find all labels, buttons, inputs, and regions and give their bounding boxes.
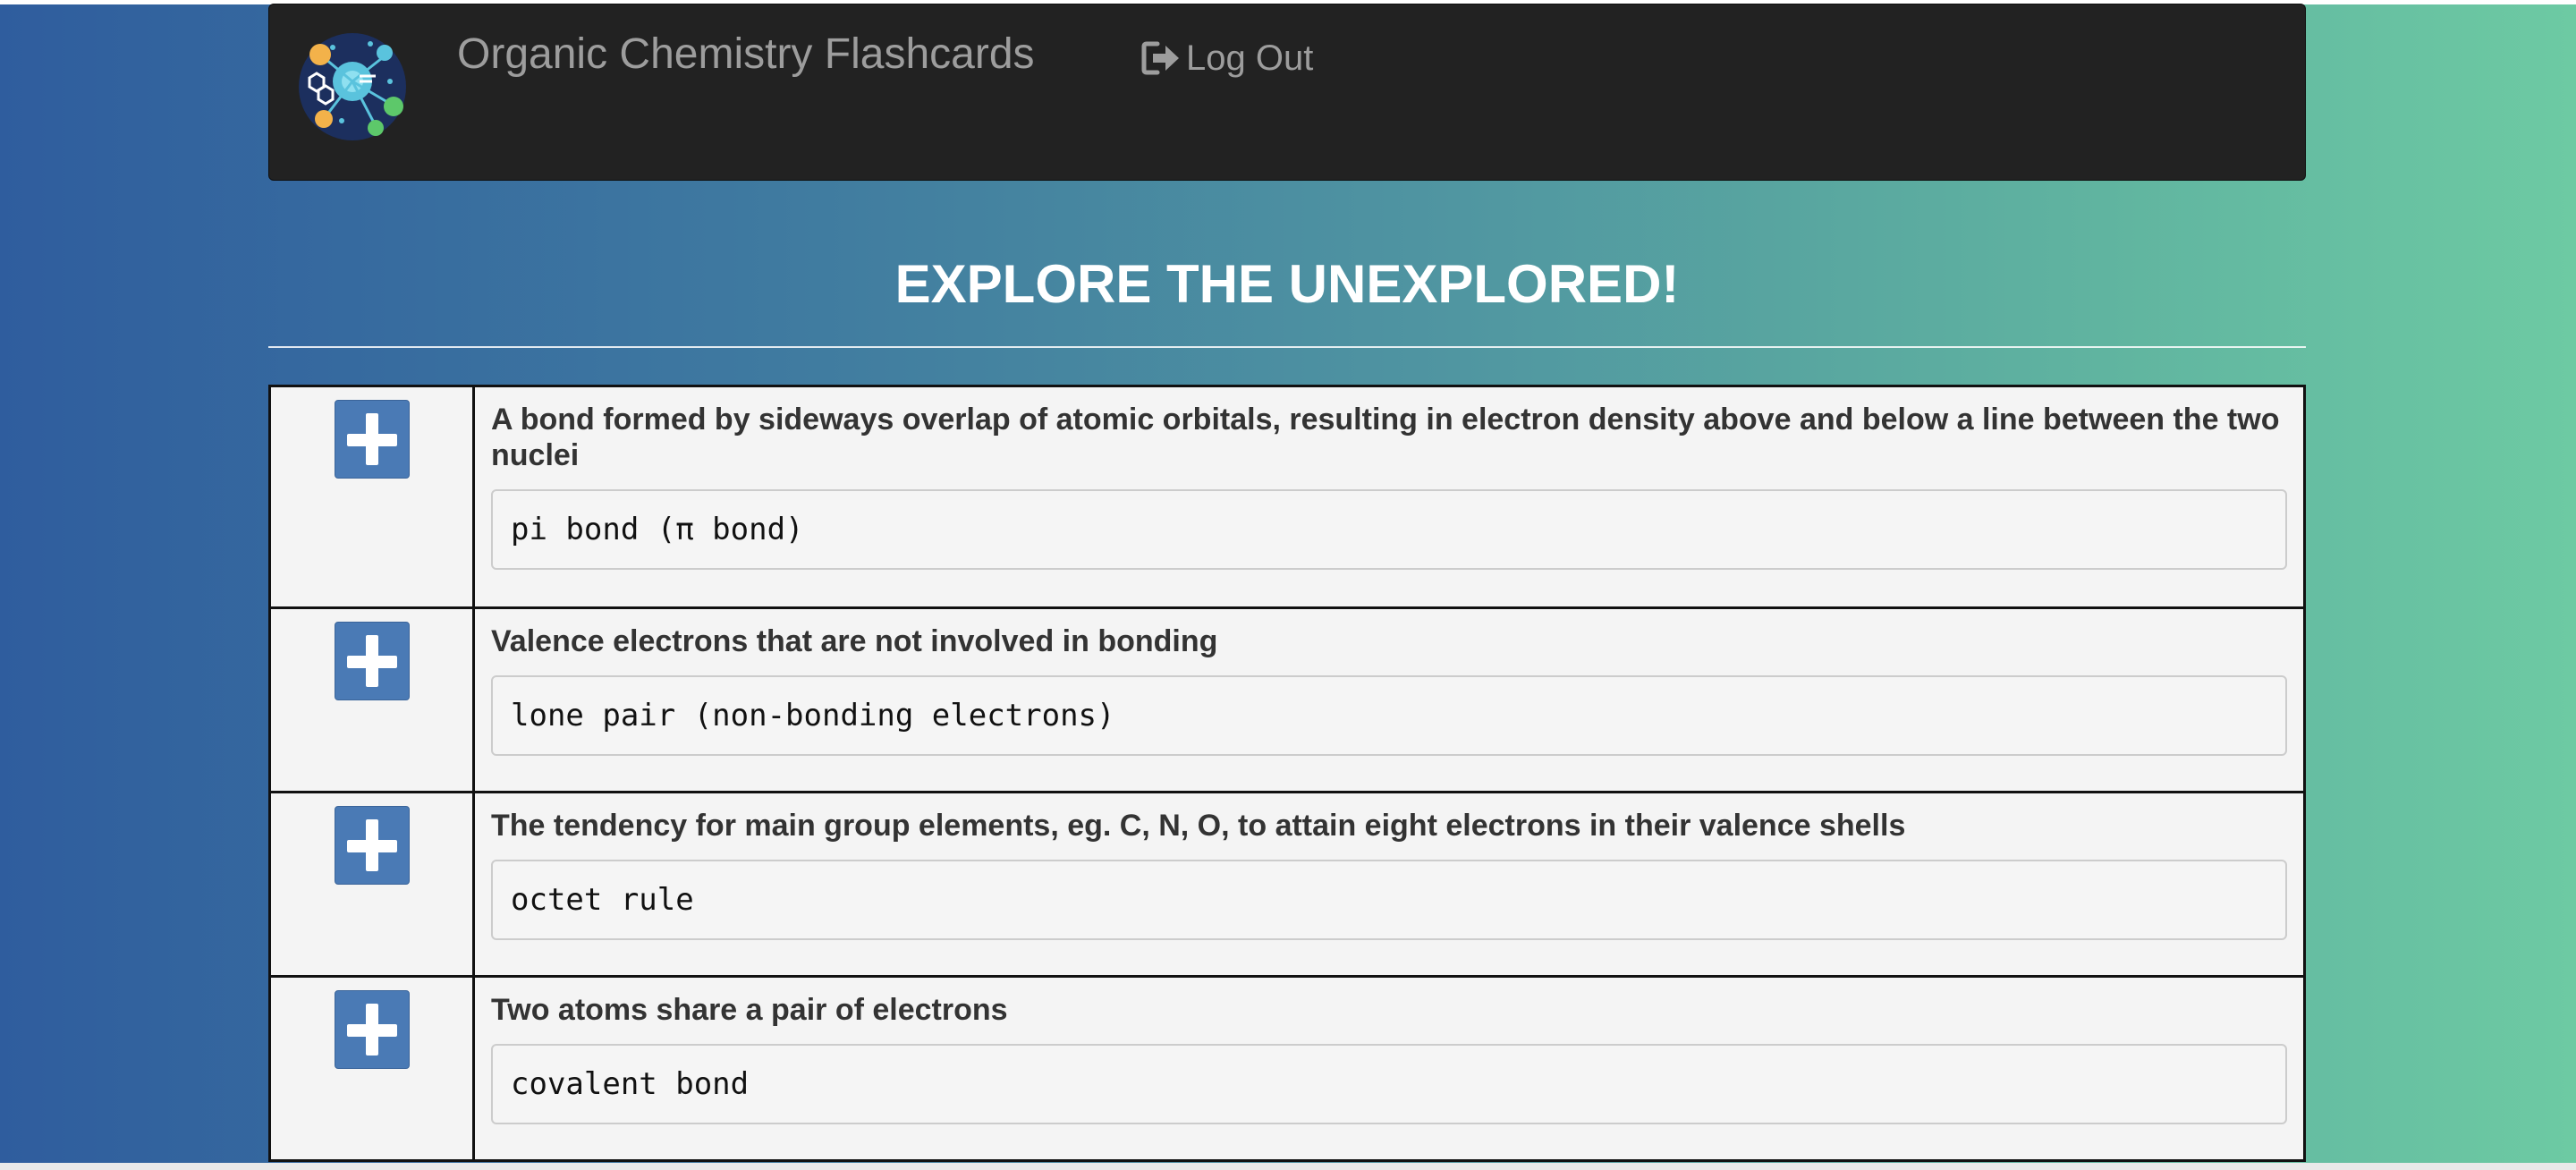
card-definition: Two atoms share a pair of electrons: [491, 993, 1008, 1027]
add-cell: [268, 791, 475, 978]
add-card-button[interactable]: [334, 806, 410, 885]
card-content: A bond formed by sideways overlap of ato…: [472, 385, 2306, 609]
card-content: The tendency for main group elements, eg…: [472, 791, 2306, 978]
molecule-logo-icon[interactable]: [297, 31, 408, 142]
card-definition: A bond formed by sideways overlap of ato…: [491, 403, 2280, 472]
card-term-field[interactable]: lone pair (non-bonding electrons): [491, 675, 2287, 756]
flashcard-row: The tendency for main group elements, eg…: [268, 791, 2306, 978]
add-cell: [268, 975, 475, 1162]
add-cell: [268, 606, 475, 793]
page-title: EXPLORE THE UNEXPLORED!: [894, 254, 1680, 314]
add-card-button[interactable]: [334, 990, 410, 1069]
add-card-button[interactable]: [334, 400, 410, 479]
heading-divider: [268, 346, 2306, 348]
card-term-field[interactable]: pi bond (π bond): [491, 489, 2287, 570]
add-card-button[interactable]: [334, 622, 410, 700]
card-definition: Valence electrons that are not involved …: [491, 624, 1218, 658]
log-out-icon: [1141, 41, 1179, 75]
logout-link[interactable]: Log Out: [1141, 33, 1313, 83]
flashcard-row: Valence electrons that are not involved …: [268, 606, 2306, 793]
page-bottom-edge: [0, 1163, 2576, 1170]
add-cell: [268, 385, 475, 609]
logout-label: Log Out: [1186, 38, 1314, 78]
card-definition: The tendency for main group elements, eg…: [491, 809, 1906, 843]
card-content: Valence electrons that are not involved …: [472, 606, 2306, 793]
card-term-field[interactable]: covalent bond: [491, 1044, 2287, 1124]
flashcard-row: Two atoms share a pair of electrons cova…: [268, 975, 2306, 1162]
flashcard-table: A bond formed by sideways overlap of ato…: [268, 385, 2306, 1162]
top-navbar: Organic Chemistry Flashcards Log Out: [268, 4, 2306, 181]
card-content: Two atoms share a pair of electrons cova…: [472, 975, 2306, 1162]
card-term-field[interactable]: octet rule: [491, 860, 2287, 940]
navbar-brand[interactable]: Organic Chemistry Flashcards: [457, 28, 1035, 81]
flashcard-row: A bond formed by sideways overlap of ato…: [268, 385, 2306, 609]
